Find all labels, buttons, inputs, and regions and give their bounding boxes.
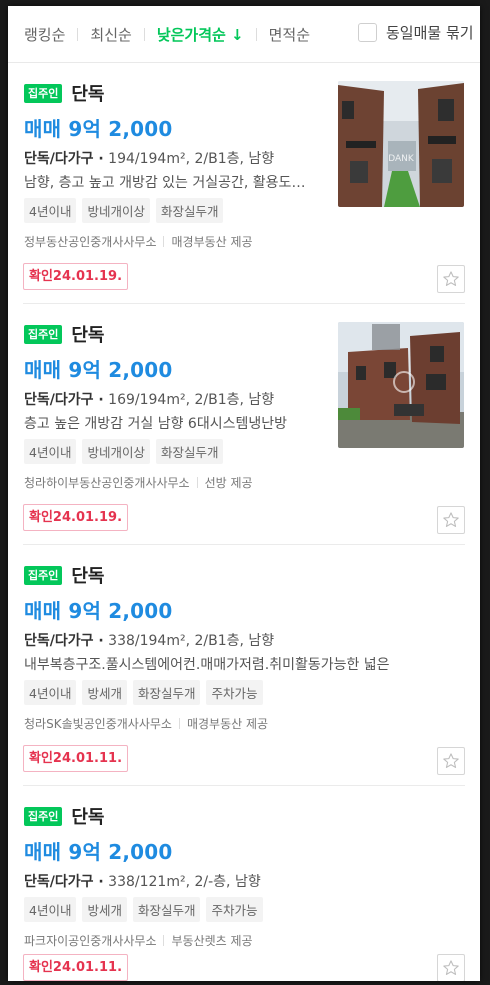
- star-outline-icon: [443, 753, 459, 768]
- confirm-date-badge: 확인24.01.11.: [23, 745, 129, 772]
- spec-detail: 194/194m², 2/B1층, 남향: [108, 151, 275, 167]
- same-listing-checkbox[interactable]: [358, 23, 377, 42]
- tag: 방네개이상: [82, 198, 150, 223]
- sort-ranking[interactable]: 랭킹순: [24, 24, 65, 45]
- tag: 화장실두개: [132, 897, 201, 922]
- listing-item[interactable]: 집주인 단독 매매 9억 2,000 단독/다가구 · 194/194m², 2…: [23, 63, 465, 304]
- listing-item[interactable]: 집주인 단독 매매 9억 2,000 단독/다가구 · 338/194m², 2…: [23, 545, 465, 786]
- listing-spec: 단독/다가구 · 338/121m², 2/-층, 남향: [24, 871, 465, 891]
- brick-house-exterior-photo: [338, 322, 464, 448]
- listing-thumbnail[interactable]: DANK: [338, 81, 464, 207]
- spec-type: 단독/다가구 ·: [24, 874, 104, 890]
- listing-panel: 랭킹순 최신순 낮은가격순 ↓ 면적순 동일매물 묶기 집주인 단독 매매 9억…: [8, 6, 480, 981]
- tag: 4년이내: [24, 439, 77, 464]
- tag: 화장실두개: [155, 198, 224, 223]
- tag: 화장실두개: [132, 680, 201, 705]
- provider: 선방 제공: [204, 476, 253, 490]
- tag: 화장실두개: [155, 439, 224, 464]
- agency-info: 청라SK솔빛공인중개사사무소 매경부동산 제공: [24, 715, 465, 732]
- sort-latest[interactable]: 최신순: [90, 24, 131, 45]
- agency-info: 정부동산공인중개사사무소 매경부동산 제공: [24, 233, 465, 250]
- spec-detail: 169/194m², 2/B1층, 남향: [108, 392, 275, 408]
- tag: 방세개: [82, 897, 127, 922]
- favorite-button[interactable]: [437, 747, 465, 775]
- owner-badge: 집주인: [24, 565, 63, 585]
- provider: 부동산렛츠 제공: [171, 934, 253, 948]
- agency-info: 파크자이공인중개사사무소 부동산렛츠 제공: [24, 932, 465, 949]
- favorite-button[interactable]: [437, 265, 465, 293]
- same-listing-label: 동일매물 묶기: [386, 24, 474, 42]
- tag: 방세개: [82, 680, 127, 705]
- sort-divider: [143, 27, 145, 41]
- agency-name: 청라하이부동산공인중개사사무소: [24, 476, 190, 490]
- listing-item[interactable]: 집주인 단독 매매 9억 2,000 단독/다가구 · 338/121m², 2…: [23, 786, 465, 981]
- agency-name: 청라SK솔빛공인중개사사무소: [24, 717, 172, 731]
- owner-badge: 집주인: [24, 324, 63, 344]
- owner-badge: 집주인: [24, 83, 63, 103]
- confirm-date-badge: 확인24.01.11.: [23, 954, 129, 981]
- listing-thumbnail[interactable]: [338, 322, 464, 448]
- provider: 매경부동산 제공: [171, 235, 253, 249]
- favorite-button[interactable]: [437, 506, 465, 534]
- spec-type: 단독/다가구 ·: [24, 633, 104, 649]
- sort-divider: [255, 27, 257, 41]
- brick-houses-photo: DANK: [338, 81, 464, 207]
- spec-detail: 338/121m², 2/-층, 남향: [108, 874, 261, 890]
- confirm-date-badge: 확인24.01.19.: [23, 504, 129, 531]
- sort-divider: [77, 27, 79, 41]
- listing-price: 매매 9억 2,000: [24, 599, 173, 623]
- tag: 4년이내: [24, 680, 77, 705]
- tag: 주차가능: [206, 680, 263, 705]
- same-listing-toggle[interactable]: 동일매물 묶기: [358, 22, 474, 43]
- confirm-date-badge: 확인24.01.19.: [23, 263, 129, 290]
- sort-low-price[interactable]: 낮은가격순 ↓: [157, 24, 244, 45]
- tag: 주차가능: [206, 897, 263, 922]
- listing-title: 단독: [71, 325, 105, 346]
- tag: 4년이내: [24, 897, 77, 922]
- tag: 4년이내: [24, 198, 77, 223]
- agency-name: 파크자이공인중개사사무소: [24, 934, 157, 948]
- listing-description: 내부복층구조.풀시스템에어컨.매매가저렴.취미활동가능한 넓은: [24, 657, 390, 673]
- svg-text:DANK: DANK: [388, 154, 415, 164]
- sort-area[interactable]: 면적순: [269, 24, 310, 45]
- star-outline-icon: [443, 512, 459, 527]
- listing-description: 남향, 층고 높고 개방감 있는 거실공간, 활용도 높은: [24, 175, 306, 191]
- agency-divider: [196, 477, 198, 488]
- listing-title: 단독: [71, 807, 105, 828]
- agency-divider: [178, 718, 180, 729]
- listing-item[interactable]: 집주인 단독 매매 9억 2,000 단독/다가구 · 169/194m², 2…: [23, 304, 465, 545]
- listing-title: 단독: [71, 566, 105, 587]
- provider: 매경부동산 제공: [186, 717, 269, 731]
- listing-tags: 4년이내 방세개 화장실두개 주차가능: [24, 897, 465, 922]
- agency-divider: [163, 935, 165, 946]
- star-outline-icon: [443, 271, 459, 286]
- favorite-button[interactable]: [437, 954, 465, 981]
- listing-spec: 단독/다가구 · 338/194m², 2/B1층, 남향: [24, 630, 465, 650]
- listing-description: 층고 높은 개방감 거실 남향 6대시스템냉난방: [24, 416, 287, 432]
- spec-detail: 338/194m², 2/B1층, 남향: [108, 633, 275, 649]
- owner-badge: 집주인: [24, 806, 63, 826]
- agency-divider: [163, 236, 165, 247]
- listing-tags: 4년이내 방세개 화장실두개 주차가능: [24, 680, 465, 705]
- sort-bar: 랭킹순 최신순 낮은가격순 ↓ 면적순 동일매물 묶기: [8, 6, 480, 63]
- spec-type: 단독/다가구 ·: [24, 392, 104, 408]
- listing-title: 단독: [71, 84, 105, 105]
- tag: 방네개이상: [82, 439, 150, 464]
- listing-price: 매매 9억 2,000: [24, 840, 173, 864]
- agency-name: 정부동산공인중개사사무소: [24, 235, 157, 249]
- spec-type: 단독/다가구 ·: [24, 151, 104, 167]
- star-outline-icon: [443, 960, 459, 975]
- agency-info: 청라하이부동산공인중개사사무소 선방 제공: [24, 474, 465, 491]
